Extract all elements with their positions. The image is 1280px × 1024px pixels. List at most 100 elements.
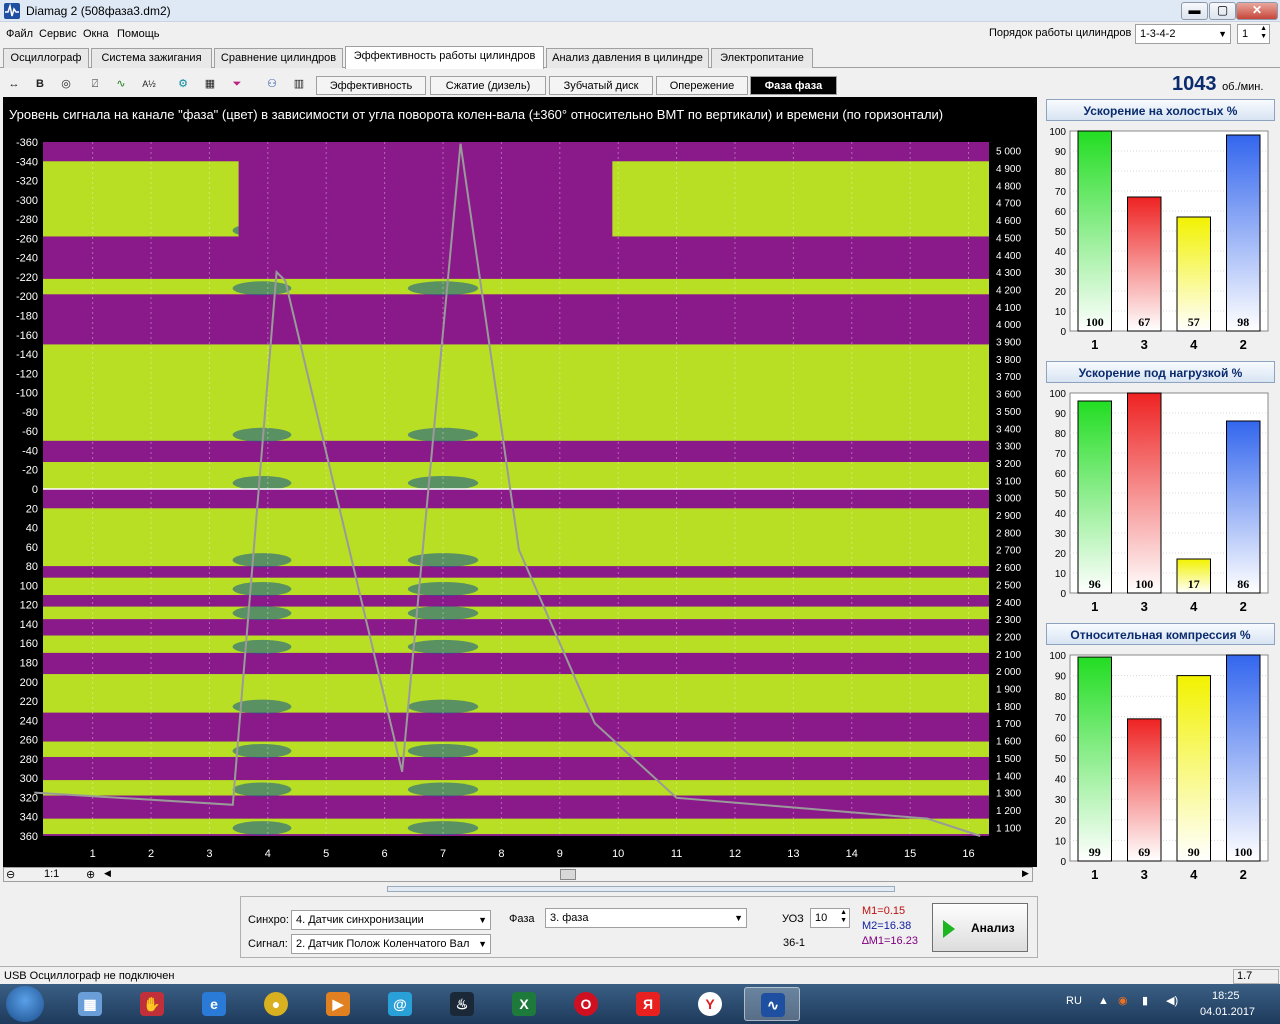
y-left-tick: -120 bbox=[16, 368, 38, 380]
subtab-compression[interactable]: Сжатие (дизель) bbox=[430, 76, 546, 95]
bold-tool-icon[interactable]: B bbox=[30, 74, 50, 94]
spinner-value: 1 bbox=[1242, 28, 1249, 40]
taskbar-chrome[interactable]: ● bbox=[248, 987, 304, 1021]
y-right-tick: 2 100 bbox=[996, 650, 1021, 661]
algorithm-tool-icon[interactable]: A½ bbox=[139, 74, 159, 94]
cursor-tool-icon[interactable]: ↔ bbox=[4, 74, 24, 94]
rpm-tool-icon[interactable]: ◎ bbox=[56, 74, 76, 94]
subtab-phase[interactable]: Фаза фаза bbox=[750, 76, 837, 95]
scale-tool-icon[interactable]: ⍁ bbox=[85, 74, 105, 94]
bar-cyl-3[interactable] bbox=[1127, 196, 1162, 332]
taskbar-diamag[interactable]: ∿ bbox=[744, 987, 800, 1021]
funnel-tool-icon[interactable]: ⏷ bbox=[227, 74, 247, 94]
taskbar-app-hand[interactable]: ✋ bbox=[124, 987, 180, 1021]
clock-date[interactable]: 04.01.2017 bbox=[1200, 1006, 1255, 1018]
scroll-thumb[interactable] bbox=[560, 869, 576, 880]
taskbar-excel[interactable]: X bbox=[496, 987, 552, 1021]
marker-delta: ∆M1=16.23 bbox=[862, 935, 918, 947]
bar-cyl-2[interactable] bbox=[1226, 134, 1261, 332]
y-right-tick: 2 200 bbox=[996, 632, 1021, 643]
taskbar-ie[interactable]: e bbox=[186, 987, 242, 1021]
users-tool-icon[interactable]: ⚇ bbox=[262, 74, 282, 94]
y-right-tick: 3 200 bbox=[996, 459, 1021, 470]
bar-cyl-2[interactable] bbox=[1226, 654, 1261, 862]
splitter-handle[interactable] bbox=[387, 886, 895, 892]
taskbar-media[interactable]: ▶ bbox=[310, 987, 366, 1021]
language-indicator[interactable]: RU bbox=[1066, 995, 1082, 1007]
tray-app-icon[interactable]: ◉ bbox=[1118, 994, 1128, 1007]
bar-cyl-2[interactable] bbox=[1226, 420, 1261, 594]
volume-icon[interactable]: ◀) bbox=[1166, 994, 1178, 1007]
firing-order-select[interactable]: 1-3-4-2 ▼ bbox=[1135, 24, 1231, 44]
maximize-button[interactable]: ▢ bbox=[1209, 2, 1236, 20]
taskbar-yandex-search[interactable]: Я bbox=[620, 987, 676, 1021]
bar-value-label: 90 bbox=[1188, 845, 1200, 859]
tab-power[interactable]: Электропитание bbox=[711, 48, 813, 68]
bar-value-label: 100 bbox=[1086, 315, 1104, 329]
y-tick: 30 bbox=[1055, 267, 1067, 278]
bar-cyl-3[interactable] bbox=[1127, 392, 1162, 594]
y-right-tick: 2 900 bbox=[996, 511, 1021, 522]
network-icon[interactable]: ▮ bbox=[1142, 994, 1148, 1007]
bar-cyl-1[interactable] bbox=[1077, 656, 1112, 862]
filter-tool-icon[interactable]: ⚙ bbox=[173, 74, 193, 94]
taskbar-mail[interactable]: @ bbox=[372, 987, 428, 1021]
start-button[interactable] bbox=[6, 986, 44, 1022]
phase-edge-blob bbox=[232, 582, 292, 597]
phase-band bbox=[43, 780, 989, 796]
analyze-button[interactable]: Анализ bbox=[932, 903, 1028, 952]
subtab-gear-disk[interactable]: Зубчатый диск bbox=[549, 76, 653, 95]
scroll-left-icon[interactable]: ◀ bbox=[104, 868, 111, 879]
taskbar-steam[interactable]: ♨ bbox=[434, 987, 490, 1021]
phase-edge-blob bbox=[407, 427, 479, 442]
close-button[interactable]: ✕ bbox=[1236, 2, 1278, 20]
tab-ignition[interactable]: Система зажигания bbox=[91, 48, 212, 68]
marker-m1: M1=0.15 bbox=[862, 905, 906, 917]
tab-cylinder-compare[interactable]: Сравнение цилиндров bbox=[214, 48, 343, 68]
y-left-tick: 240 bbox=[20, 715, 38, 727]
uoz-value: 10 bbox=[815, 912, 828, 924]
menu-file[interactable]: Файл bbox=[6, 28, 33, 40]
uoz-spinner[interactable]: 10 ▲ ▼ bbox=[810, 908, 850, 928]
cylinders-tool-icon[interactable]: ▦ bbox=[200, 74, 220, 94]
y-right-tick: 4 300 bbox=[996, 268, 1021, 279]
bar-cyl-1[interactable] bbox=[1077, 130, 1112, 332]
tab-cylinder-efficiency[interactable]: Эффективность работы цилиндров bbox=[345, 46, 544, 69]
phase-select[interactable]: 3. фаза ▼ bbox=[545, 908, 747, 928]
taskbar-explorer[interactable]: ▦ bbox=[62, 987, 118, 1021]
sync-select[interactable]: 4. Датчик синхронизации ▼ bbox=[291, 910, 491, 930]
zoom-in-icon[interactable]: ⊕ bbox=[86, 868, 95, 881]
menu-help[interactable]: Помощь bbox=[117, 28, 160, 40]
bar-cyl-4[interactable] bbox=[1176, 675, 1211, 862]
bar-cyl-1[interactable] bbox=[1077, 400, 1112, 594]
subtab-advance[interactable]: Опережение bbox=[656, 76, 748, 95]
bar-cyl-4[interactable] bbox=[1176, 216, 1211, 332]
zoom-out-icon[interactable]: ⊖ bbox=[6, 868, 15, 881]
x-tick: 12 bbox=[729, 848, 741, 860]
bar-value-label: 98 bbox=[1237, 315, 1249, 329]
subtab-efficiency[interactable]: Эффективность bbox=[316, 76, 426, 95]
signal-select[interactable]: 2. Датчик Полож Коленчатого Вал ▼ bbox=[291, 934, 491, 954]
bar-cyl-3[interactable] bbox=[1127, 718, 1162, 862]
scroll-right-icon[interactable]: ▶ bbox=[1022, 868, 1029, 879]
minimize-button[interactable]: ▬ bbox=[1181, 2, 1208, 20]
horizontal-scrollbar[interactable]: ⊖ 1:1 ⊕ ◀ ▶ bbox=[3, 867, 1033, 882]
tab-pressure-analysis[interactable]: Анализ давления в цилиндре bbox=[546, 48, 709, 68]
bars-tool-icon[interactable]: ▥ bbox=[289, 74, 309, 94]
graph-tool-icon[interactable]: ∿ bbox=[111, 74, 131, 94]
menu-windows[interactable]: Окна bbox=[83, 28, 109, 40]
diamag-icon: ∿ bbox=[761, 993, 785, 1017]
y-tick: 60 bbox=[1055, 469, 1067, 480]
phase-edge-blob bbox=[232, 639, 292, 654]
tab-oscilloscope[interactable]: Осциллограф bbox=[3, 48, 89, 68]
tray-arrow-icon[interactable]: ▲ bbox=[1098, 995, 1109, 1007]
taskbar-opera[interactable]: O bbox=[558, 987, 614, 1021]
y-right-tick: 2 800 bbox=[996, 528, 1021, 539]
y-right-tick: 1 400 bbox=[996, 771, 1021, 782]
phase-edge-blob bbox=[232, 743, 292, 758]
firing-order-spinner[interactable]: 1 ▲ ▼ bbox=[1237, 24, 1270, 44]
menu-service[interactable]: Сервис bbox=[39, 28, 77, 40]
taskbar-yandex-browser[interactable]: Y bbox=[682, 987, 738, 1021]
phase-heatmap[interactable]: -360-340-320-300-280-260-240-220-200-180… bbox=[3, 97, 1037, 867]
clock-time[interactable]: 18:25 bbox=[1212, 990, 1240, 1002]
